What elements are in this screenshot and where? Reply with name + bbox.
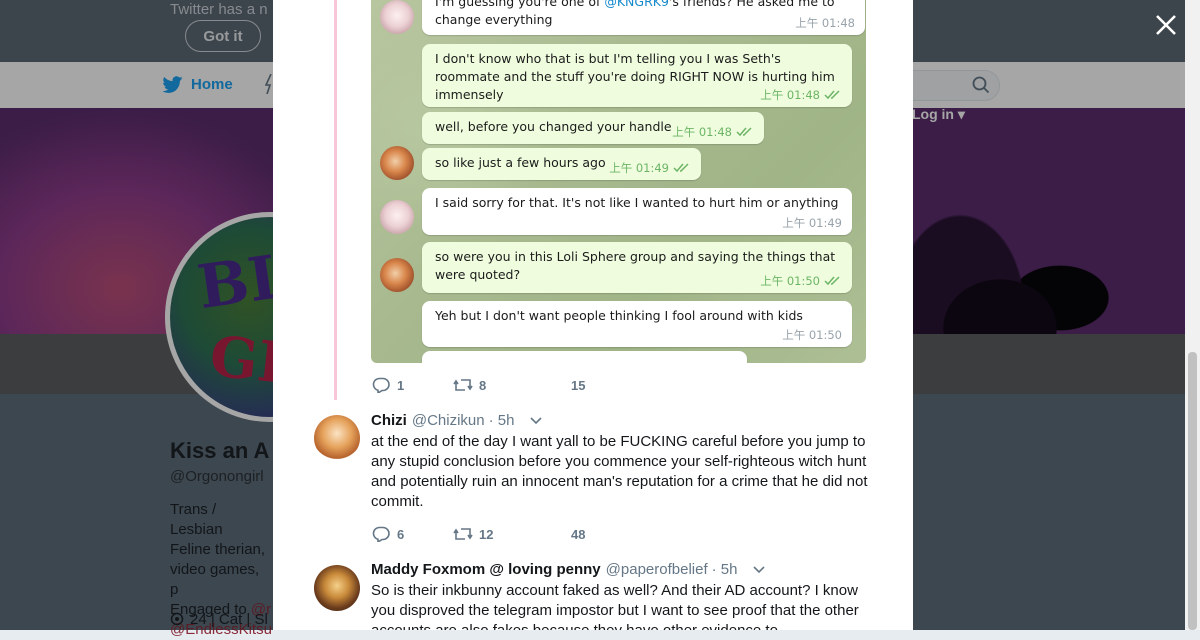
tweet-actions: 1 8 15 — [371, 377, 605, 393]
tweet-actions: 6 12 48 — [371, 526, 605, 542]
scrollbar-thumb[interactable] — [1188, 352, 1197, 630]
tweet-header: Chizi @Chizikun · 5h — [371, 412, 543, 429]
reply-button[interactable]: 1 — [371, 377, 453, 393]
reply-count: 1 — [397, 377, 405, 393]
tweet-modal: I'm guessing you're one of @KNGRK9's fri… — [273, 0, 913, 630]
tweet-author-name[interactable]: Maddy Foxmom @ loving penny — [371, 561, 601, 578]
avatar[interactable] — [314, 415, 360, 461]
double-check-icon — [824, 276, 840, 286]
avatar — [380, 146, 414, 180]
chat-message: well, before you changed your handle 上午 … — [422, 112, 764, 144]
chat-message: I'm guessing you're one of @KNGRK9's fri… — [422, 0, 865, 35]
tweet-author-name[interactable]: Chizi — [371, 412, 407, 429]
retweet-button[interactable]: 8 — [453, 377, 545, 393]
telegram-screenshot[interactable]: I'm guessing you're one of @KNGRK9's fri… — [371, 0, 866, 363]
chat-message: I don't know who that is but I'm telling… — [422, 44, 852, 107]
double-check-icon — [736, 127, 752, 137]
tweet-text: So is their inkbunny account faked as we… — [371, 582, 859, 630]
double-check-icon — [824, 90, 840, 100]
retweet-button[interactable]: 12 — [453, 526, 545, 542]
avatar — [380, 0, 414, 34]
avatar[interactable] — [314, 565, 360, 611]
double-check-icon — [673, 163, 689, 173]
thread-line — [334, 0, 337, 400]
tweet-author-handle[interactable]: @paperofbelief — [606, 561, 708, 578]
like-button[interactable]: 48 — [545, 526, 605, 542]
chevron-down-icon[interactable] — [530, 416, 543, 425]
like-count: 15 — [571, 377, 586, 393]
like-count: 48 — [571, 526, 586, 542]
tweet-text: at the end of the day I want yall to be … — [371, 433, 868, 510]
like-button[interactable]: 15 — [545, 377, 605, 393]
retweet-icon — [453, 379, 473, 391]
close-icon[interactable] — [1153, 12, 1179, 38]
tweet-header: Maddy Foxmom @ loving penny @paperofbeli… — [371, 561, 766, 578]
avatar — [380, 258, 414, 292]
chat-message: I said sorry for that. It's not like I w… — [422, 188, 852, 235]
avatar — [380, 200, 414, 234]
chat-message — [422, 351, 747, 363]
tweet-timestamp[interactable]: · 5h — [712, 561, 738, 578]
reply-icon — [372, 526, 390, 542]
reply-button[interactable]: 6 — [371, 526, 453, 542]
tweet-timestamp[interactable]: · 5h — [489, 412, 515, 429]
chat-message: Yeh but I don't want people thinking I f… — [422, 301, 852, 347]
retweet-icon — [453, 528, 473, 540]
retweet-count: 12 — [479, 526, 494, 542]
reply-icon — [372, 377, 390, 393]
tweet-author-handle[interactable]: @Chizikun — [412, 412, 485, 429]
reply-count: 6 — [397, 526, 405, 542]
chevron-down-icon[interactable] — [753, 565, 766, 574]
chat-message: so like just a few hours ago 上午 01:49 — [422, 148, 701, 180]
chat-message: so were you in this Loli Sphere group an… — [422, 242, 852, 293]
retweet-count: 8 — [479, 377, 487, 393]
